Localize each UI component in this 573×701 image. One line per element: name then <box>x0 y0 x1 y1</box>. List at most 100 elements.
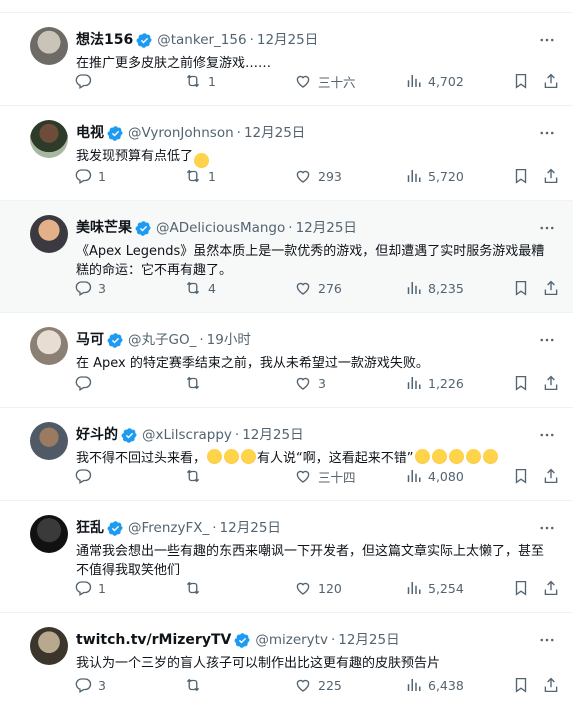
like-button[interactable]: 293 <box>294 164 342 188</box>
author-handle[interactable]: @xLilscrappy <box>142 424 232 446</box>
timestamp[interactable]: 12月25日 <box>244 122 305 144</box>
avatar[interactable] <box>30 422 68 460</box>
timestamp[interactable]: 12月25日 <box>242 424 303 446</box>
tweet[interactable]: 好斗的 @xLilscrappy · 12月25日 我不得不回过头来看， 有人说“… <box>0 408 573 501</box>
more-options-icon[interactable] <box>537 426 557 444</box>
author-name[interactable]: 电视 <box>76 122 104 144</box>
tweet[interactable]: 电视 @VyronJohnson · 12月25日 我发现预算有点低了😭 1 1… <box>0 106 573 201</box>
retweet-icon <box>184 676 202 694</box>
timestamp[interactable]: 12月25日 <box>257 29 318 51</box>
reply-icon <box>74 676 92 694</box>
tweet[interactable]: 美味芒果 @ADeliciousMango · 12月25日 《Apex Leg… <box>0 201 573 313</box>
more-options-icon[interactable] <box>537 31 557 49</box>
tweet[interactable]: twitch.tv/rMizeryTV @mizerytv · 12月25日 我… <box>0 613 573 701</box>
view-count: 6,438 <box>428 677 464 693</box>
retweet-button[interactable]: 1 <box>184 164 216 188</box>
tweet-actions: 3 1,226 <box>66 371 566 395</box>
like-button[interactable]: 120 <box>294 576 342 600</box>
retweet-button[interactable] <box>184 371 208 395</box>
bookmark-button[interactable] <box>512 276 530 300</box>
bookmark-button[interactable] <box>512 371 530 395</box>
retweet-button[interactable]: 4 <box>184 276 216 300</box>
bookmark-button[interactable] <box>512 69 530 93</box>
more-options-icon[interactable] <box>537 519 557 537</box>
timestamp[interactable]: 19小时 <box>207 329 251 351</box>
bookmark-icon <box>512 279 530 297</box>
more-options-icon[interactable] <box>537 124 557 142</box>
retweet-count: 4 <box>208 280 216 296</box>
author-name[interactable]: 美味芒果 <box>76 217 132 239</box>
like-count: 120 <box>318 580 342 596</box>
author-handle[interactable]: @VyronJohnson <box>128 122 234 144</box>
tweet[interactable]: 马可 @丸子GO_ · 19小时 在 Apex 的特定赛季结束之前，我从未希望过… <box>0 313 573 408</box>
avatar[interactable] <box>30 120 68 158</box>
share-icon <box>542 167 560 185</box>
author-handle[interactable]: @FrenzyFX_ <box>128 517 209 539</box>
author-name[interactable]: 马可 <box>76 329 104 351</box>
reply-button[interactable] <box>74 69 98 93</box>
bookmark-button[interactable] <box>512 464 530 488</box>
share-button[interactable] <box>542 69 560 93</box>
share-button[interactable] <box>542 576 560 600</box>
author-name[interactable]: twitch.tv/rMizeryTV <box>76 629 231 651</box>
views-button[interactable]: 5,720 <box>404 164 464 188</box>
more-options-icon[interactable] <box>537 331 557 349</box>
tweet[interactable]: 狂乱 @FrenzyFX_ · 12月25日 通常我会想出一些有趣的东西来嘲讽一… <box>0 501 573 613</box>
author-handle[interactable]: @mizerytv <box>255 629 328 651</box>
reply-button[interactable] <box>74 371 98 395</box>
author-handle[interactable]: @tanker_156 <box>157 29 246 51</box>
laughing-emoji <box>207 449 223 464</box>
timestamp[interactable]: 12月25日 <box>296 217 357 239</box>
share-button[interactable] <box>542 464 560 488</box>
author-handle[interactable]: @ADeliciousMango <box>156 217 285 239</box>
more-options-icon[interactable] <box>537 219 557 237</box>
views-button[interactable]: 5,254 <box>404 576 464 600</box>
avatar[interactable] <box>30 515 68 553</box>
reply-button[interactable]: 3 <box>74 673 106 697</box>
tweet-header: 电视 @VyronJohnson · 12月25日 <box>76 122 533 144</box>
views-button[interactable]: 8,235 <box>404 276 464 300</box>
author-name[interactable]: 想法156 <box>76 29 133 51</box>
avatar[interactable] <box>30 327 68 365</box>
reply-button[interactable]: 1 <box>74 576 106 600</box>
separator-dot: · <box>199 332 204 348</box>
more-options-icon[interactable] <box>537 631 557 649</box>
avatar[interactable] <box>30 27 68 65</box>
like-button[interactable]: 3 <box>294 371 326 395</box>
share-button[interactable] <box>542 164 560 188</box>
retweet-button[interactable] <box>184 464 208 488</box>
tweet-actions: 三十四 4,080 <box>66 464 566 488</box>
like-button[interactable]: 三十四 <box>294 464 356 488</box>
avatar[interactable] <box>30 215 68 253</box>
laughing-emoji <box>482 449 498 464</box>
retweet-button[interactable] <box>184 673 208 697</box>
author-name[interactable]: 狂乱 <box>76 517 104 539</box>
timestamp[interactable]: 12月25日 <box>338 629 399 651</box>
avatar[interactable] <box>30 627 68 665</box>
like-count: 三十六 <box>318 74 356 90</box>
like-button[interactable]: 225 <box>294 673 342 697</box>
bookmark-button[interactable] <box>512 673 530 697</box>
views-button[interactable]: 6,438 <box>404 673 464 697</box>
share-button[interactable] <box>542 673 560 697</box>
views-button[interactable]: 1,226 <box>404 371 464 395</box>
tweet[interactable]: 想法156 @tanker_156 · 12月25日 在推广更多皮肤之前修复游戏… <box>0 13 573 106</box>
view-count: 4,702 <box>428 73 464 89</box>
like-button[interactable]: 三十六 <box>294 69 356 93</box>
reply-button[interactable] <box>74 464 98 488</box>
author-name[interactable]: 好斗的 <box>76 424 118 446</box>
reply-button[interactable]: 1 <box>74 164 106 188</box>
bookmark-button[interactable] <box>512 164 530 188</box>
views-button[interactable]: 4,080 <box>404 464 464 488</box>
author-handle[interactable]: @丸子GO_ <box>128 329 196 351</box>
like-button[interactable]: 276 <box>294 276 342 300</box>
bookmark-button[interactable] <box>512 576 530 600</box>
bookmark-icon <box>512 676 530 694</box>
share-button[interactable] <box>542 276 560 300</box>
retweet-button[interactable]: 1 <box>184 69 216 93</box>
views-button[interactable]: 4,702 <box>404 69 464 93</box>
retweet-button[interactable] <box>184 576 208 600</box>
timestamp[interactable]: 12月25日 <box>220 517 281 539</box>
reply-button[interactable]: 3 <box>74 276 106 300</box>
share-button[interactable] <box>542 371 560 395</box>
